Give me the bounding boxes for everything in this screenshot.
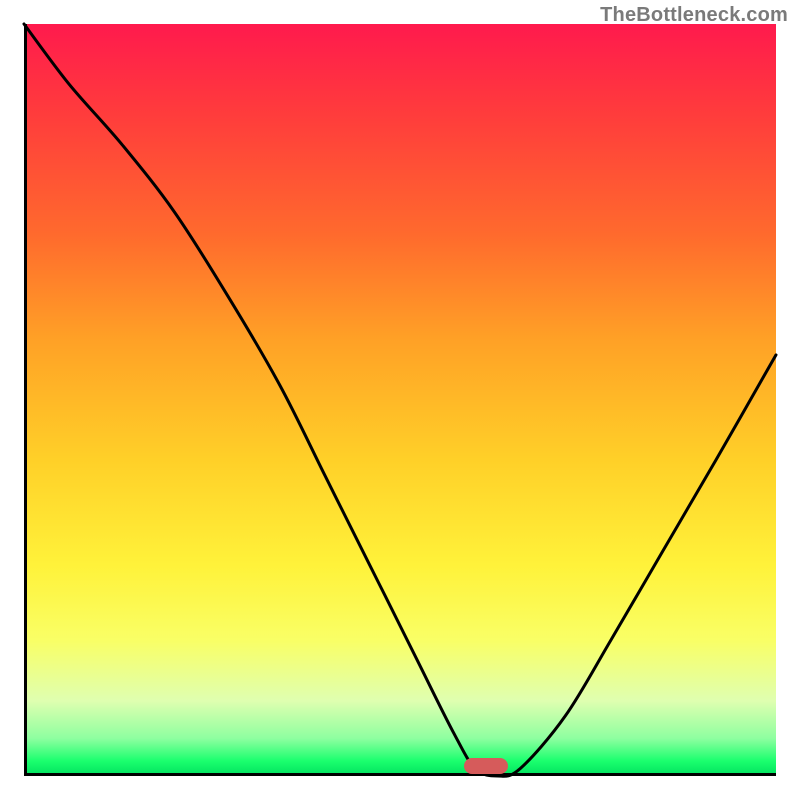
watermark-text: TheBottleneck.com — [600, 4, 788, 27]
axes — [24, 24, 776, 776]
chart-frame: TheBottleneck.com — [0, 0, 800, 800]
optimum-marker — [464, 758, 508, 774]
